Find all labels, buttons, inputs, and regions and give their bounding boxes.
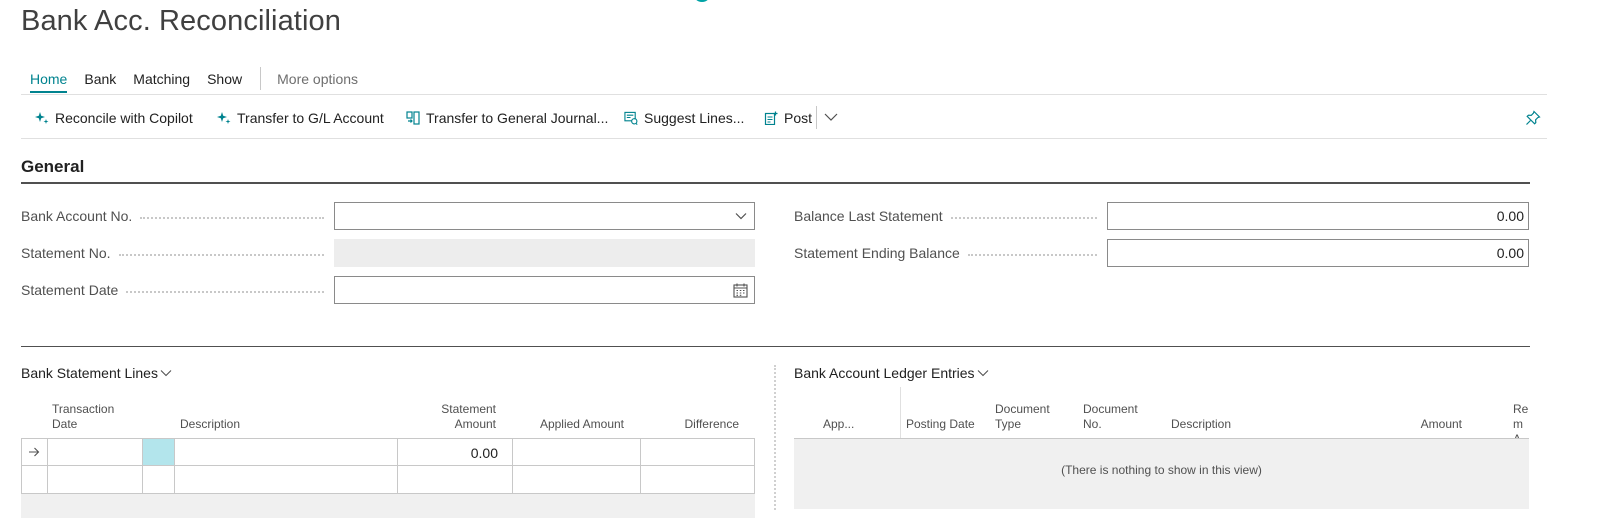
- table-footer: [21, 494, 755, 518]
- balance-last-statement-label: Balance Last Statement: [794, 207, 1097, 225]
- statement-ending-balance-value: 0.00: [1496, 245, 1524, 261]
- transaction-date-cell[interactable]: [48, 439, 143, 465]
- leader-dots: [118, 254, 324, 256]
- statement-no-label: Statement No.: [21, 244, 324, 262]
- column-header-applied[interactable]: App...: [823, 417, 854, 432]
- statement-date-field[interactable]: [334, 276, 755, 304]
- more-options-button[interactable]: More options: [277, 69, 358, 89]
- menu-divider: [260, 67, 262, 90]
- transfer-journal-icon: [406, 110, 420, 125]
- action-divider: [816, 106, 817, 129]
- bank-statement-lines-title-text: Bank Statement Lines: [21, 365, 158, 381]
- transfer-to-general-journal-label: Transfer to General Journal...: [426, 109, 609, 126]
- statement-no-field: [334, 239, 755, 267]
- match-indicator-cell[interactable]: [143, 466, 175, 493]
- applied-amount-cell[interactable]: [513, 439, 641, 465]
- empty-state-message: (There is nothing to show in this view): [794, 439, 1529, 509]
- part-divider: [774, 365, 776, 510]
- reconcile-with-copilot-label: Reconcile with Copilot: [55, 109, 193, 126]
- chevron-down-icon: [977, 370, 988, 377]
- suggest-lines-icon: [624, 111, 638, 125]
- general-section-title: General: [21, 157, 85, 176]
- balance-last-statement-value: 0.00: [1496, 208, 1524, 224]
- suggest-lines-button[interactable]: Suggest Lines...: [624, 109, 744, 126]
- tab-matching[interactable]: Matching: [133, 69, 190, 89]
- cell-value: 0.00: [470, 445, 498, 461]
- suggest-lines-label: Suggest Lines...: [644, 109, 745, 126]
- leader-dots: [950, 217, 1097, 219]
- statement-date-label-text: Statement Date: [21, 282, 119, 298]
- copilot-sparkle-icon: [217, 111, 231, 125]
- section-divider: [21, 182, 1530, 184]
- column-header-posting-date[interactable]: Posting Date: [906, 417, 975, 432]
- tab-home[interactable]: Home: [30, 69, 68, 93]
- statement-date-label: Statement Date: [21, 281, 324, 299]
- transfer-to-gl-account-button[interactable]: Transfer to G/L Account: [217, 109, 384, 126]
- post-label: Post: [784, 109, 813, 126]
- calendar-icon[interactable]: [733, 283, 748, 298]
- chevron-down-icon: [160, 370, 172, 377]
- transfer-to-gl-account-label: Transfer to G/L Account: [237, 109, 384, 126]
- action-bar: Reconcile with Copilot Transfer to G/L A…: [21, 94, 1547, 139]
- column-header-document-type[interactable]: Document Type: [995, 402, 1057, 432]
- difference-cell[interactable]: [641, 439, 755, 465]
- applied-amount-cell[interactable]: [513, 466, 641, 493]
- bank-account-no-field[interactable]: [334, 202, 755, 230]
- post-button[interactable]: Post: [764, 109, 812, 126]
- bank-account-no-label-text: Bank Account No.: [21, 208, 133, 224]
- column-header-document-no[interactable]: Document No.: [1083, 402, 1145, 432]
- column-header-applied-amount[interactable]: Applied Amount: [520, 417, 624, 432]
- bank-statement-lines-title[interactable]: Bank Statement Lines: [21, 365, 172, 381]
- leader-dots: [967, 254, 1097, 256]
- description-cell[interactable]: [175, 466, 398, 493]
- table-row[interactable]: [21, 466, 755, 494]
- tab-show[interactable]: Show: [207, 69, 242, 89]
- active-cell-indicator[interactable]: [143, 439, 175, 465]
- leader-dots: [140, 217, 324, 219]
- column-separator: [900, 387, 901, 438]
- transaction-date-cell[interactable]: [48, 466, 143, 493]
- post-icon: [764, 111, 778, 125]
- statement-ending-balance-field[interactable]: 0.00: [1107, 239, 1529, 267]
- bank-account-no-label: Bank Account No.: [21, 207, 324, 225]
- column-header-statement-amount[interactable]: Statement Amount: [436, 402, 496, 432]
- row-selector[interactable]: [22, 466, 48, 493]
- column-header-amount[interactable]: Amount: [1400, 417, 1462, 432]
- ledger-entries-title-text: Bank Account Ledger Entries: [794, 365, 975, 381]
- page-title: Bank Acc. Reconciliation: [21, 5, 341, 37]
- difference-cell[interactable]: [641, 466, 755, 493]
- bank-account-ledger-entries-title[interactable]: Bank Account Ledger Entries: [794, 365, 989, 381]
- loading-indicator: [693, 0, 711, 2]
- copilot-sparkle-icon: [35, 111, 49, 125]
- section-divider: [21, 346, 1530, 347]
- pin-icon[interactable]: [1525, 110, 1541, 126]
- arrow-right-icon: [29, 447, 40, 457]
- balance-last-statement-field[interactable]: 0.00: [1107, 202, 1529, 230]
- statement-ending-balance-label-text: Statement Ending Balance: [794, 245, 960, 261]
- chevron-down-icon[interactable]: [824, 111, 838, 123]
- row-selector[interactable]: [22, 439, 48, 465]
- chevron-down-icon[interactable]: [735, 211, 747, 221]
- tab-bank[interactable]: Bank: [84, 69, 116, 89]
- statement-no-label-text: Statement No.: [21, 245, 111, 261]
- statement-amount-cell[interactable]: [398, 466, 513, 493]
- statement-amount-cell[interactable]: 0.00: [398, 439, 513, 465]
- column-header-difference[interactable]: Difference: [660, 417, 739, 432]
- balance-last-statement-label-text: Balance Last Statement: [794, 208, 943, 224]
- reconcile-with-copilot-button[interactable]: Reconcile with Copilot: [35, 109, 193, 126]
- column-header-description[interactable]: Description: [180, 417, 240, 432]
- description-cell[interactable]: [175, 439, 398, 465]
- statement-ending-balance-label: Statement Ending Balance: [794, 244, 1097, 262]
- column-header-description[interactable]: Description: [1171, 417, 1231, 432]
- table-row[interactable]: 0.00: [21, 438, 755, 466]
- transfer-to-general-journal-button[interactable]: Transfer to General Journal...: [406, 109, 608, 126]
- column-header-transaction-date[interactable]: Transaction Date: [52, 402, 137, 432]
- leader-dots: [126, 291, 324, 293]
- action-menu-tabs: Home Bank Matching Show More options: [30, 67, 375, 93]
